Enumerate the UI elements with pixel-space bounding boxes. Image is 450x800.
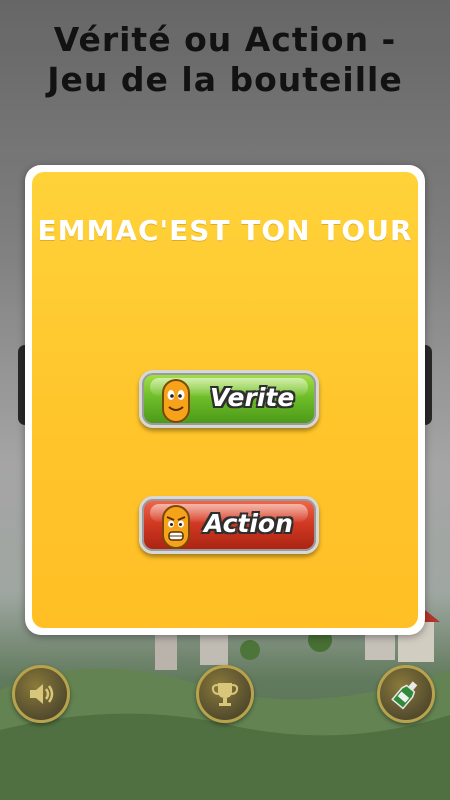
leaderboard-button[interactable]: [196, 665, 254, 723]
turn-message: EMMAC'EST TON TOUR: [37, 214, 413, 247]
turn-dialog-panel: EMMAC'EST TON TOUR Verite Action: [32, 172, 418, 628]
bottle-icon: [391, 681, 418, 710]
angry-face-icon: [162, 505, 190, 549]
truth-button-label: Verite: [210, 383, 295, 412]
speaker-icon: [30, 684, 54, 704]
turn-dialog: EMMAC'EST TON TOUR Verite Action: [25, 165, 425, 635]
dare-button-label: Action: [204, 509, 293, 538]
bottle-button[interactable]: [377, 665, 435, 723]
truth-button[interactable]: Verite: [139, 370, 319, 428]
smiling-face-icon: [162, 379, 190, 423]
sound-button[interactable]: [12, 665, 70, 723]
trophy-icon: [211, 683, 239, 706]
dare-button[interactable]: Action: [139, 496, 319, 554]
